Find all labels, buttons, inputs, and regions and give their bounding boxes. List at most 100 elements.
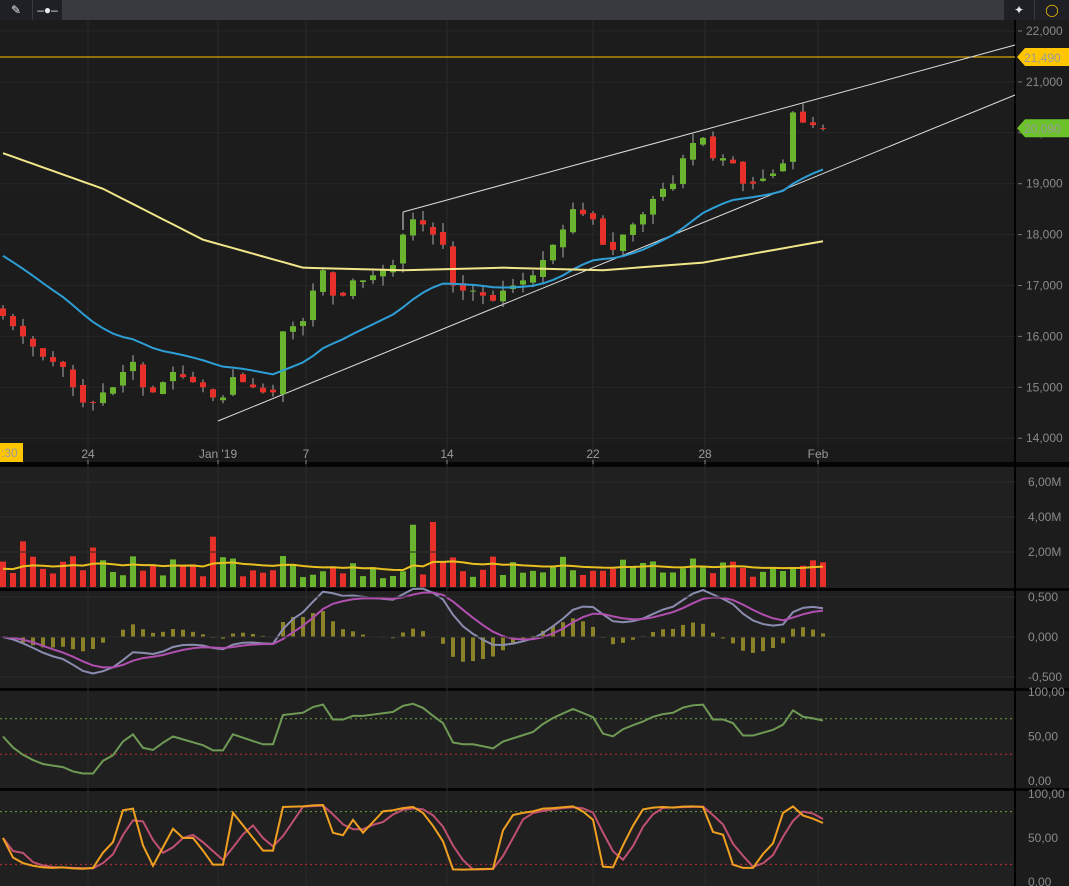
volume-bar [790, 566, 796, 587]
candle [120, 372, 126, 386]
candle [250, 384, 256, 388]
volume-bar [750, 576, 756, 587]
macd-tick-label: 0,500 [1028, 590, 1058, 604]
macd-histogram-bar [71, 637, 75, 650]
volume-bar [620, 559, 626, 587]
candle [70, 369, 76, 388]
candle [610, 241, 616, 250]
volume-bar [800, 565, 806, 587]
candle [790, 112, 796, 162]
volume-bar [740, 567, 746, 587]
volume-bar [290, 564, 296, 587]
volume-bar [500, 574, 506, 587]
volume-bar [550, 566, 556, 587]
macd-histogram-bar [51, 637, 55, 648]
time-badge-label: :30 [1, 446, 18, 460]
volume-bar [0, 561, 6, 587]
candle [360, 280, 366, 283]
candle [310, 290, 316, 321]
volume-bar [440, 561, 446, 587]
candle [270, 389, 276, 393]
volume-bar [700, 566, 706, 587]
last-price-badge-label: 20,090 [1024, 122, 1061, 136]
volume-tick-label: 2,00M [1028, 545, 1061, 559]
candle [800, 111, 806, 123]
volume-bar [530, 570, 536, 587]
volume-bar [120, 575, 126, 587]
panel-separator [0, 688, 1069, 691]
candle [760, 178, 766, 181]
alert-price-badge-label: 21,490 [1024, 51, 1061, 65]
volume-bar [780, 570, 786, 587]
macd-histogram-bar [101, 637, 105, 643]
stoch-tick-label: 0,00 [1028, 875, 1052, 886]
crosshair-slider-icon[interactable]: –●– [33, 0, 63, 20]
macd-histogram-bar [781, 637, 785, 644]
volume-bar [370, 567, 376, 587]
macd-histogram-bar [181, 629, 185, 637]
settings-ring-icon[interactable]: ◯ [1035, 0, 1069, 20]
volume-bar [490, 556, 496, 587]
rsi-tick-label: 50,00 [1028, 730, 1058, 744]
volume-bar [210, 536, 216, 587]
candle [670, 183, 676, 190]
volume-bar [560, 556, 566, 587]
candle [80, 384, 86, 403]
volume-bar [170, 559, 176, 587]
volume-bar [380, 578, 386, 587]
volume-bar [200, 576, 206, 587]
macd-histogram-bar [171, 629, 175, 637]
volume-bar [690, 558, 696, 587]
macd-histogram-bar [451, 637, 455, 657]
candle [440, 231, 446, 245]
volume-tick-label: 4,00M [1028, 510, 1061, 524]
volume-bar [270, 570, 276, 587]
volume-bar [140, 570, 146, 587]
macd-histogram-bar [661, 629, 665, 637]
macd-histogram-bar [741, 637, 745, 651]
candle [820, 128, 826, 130]
drawing-tools-icon[interactable]: ✎ [0, 0, 33, 20]
x-tick-label: 28 [698, 447, 712, 461]
macd-histogram-bar [91, 637, 95, 650]
candle [260, 387, 266, 393]
macd-histogram-bar [591, 626, 595, 637]
volume-bar [130, 556, 136, 587]
volume-bar [670, 572, 676, 587]
x-tick-label: 7 [303, 447, 310, 461]
price-tick-label: 14,000 [1026, 431, 1063, 445]
candle [810, 122, 816, 126]
candle [630, 224, 636, 235]
candle [0, 308, 6, 317]
macd-histogram-bar [331, 621, 335, 637]
macd-histogram-bar [441, 637, 445, 644]
volume-bar [330, 566, 336, 587]
volume-bar [660, 572, 666, 587]
candle [320, 270, 326, 292]
candle [640, 214, 646, 225]
volume-bar [770, 568, 776, 587]
stoch-tick-label: 50,00 [1028, 831, 1058, 845]
candle [60, 361, 66, 367]
volume-bar [600, 570, 606, 587]
candle [220, 397, 226, 401]
candle [150, 387, 156, 393]
volume-bar [110, 571, 116, 587]
macd-histogram-bar [321, 610, 325, 637]
volume-bar [400, 571, 406, 587]
macd-histogram-bar [421, 631, 425, 637]
macd-histogram-bar [491, 637, 495, 657]
volume-bar [190, 564, 196, 587]
volume-bar [300, 577, 306, 587]
sparkle-icon[interactable]: ✦ [1004, 0, 1035, 20]
chart-canvas[interactable]: 24Jan '197142228Feb:3022,00021,00020,000… [0, 20, 1069, 886]
macd-histogram-bar [341, 629, 345, 637]
volume-bar [320, 571, 326, 587]
price-tick-label: 21,000 [1026, 75, 1063, 89]
volume-bar [460, 571, 466, 587]
candle [110, 387, 116, 394]
volume-bar [160, 575, 166, 587]
candle [660, 188, 666, 197]
macd-histogram-bar [621, 637, 625, 643]
macd-histogram-bar [231, 633, 235, 637]
